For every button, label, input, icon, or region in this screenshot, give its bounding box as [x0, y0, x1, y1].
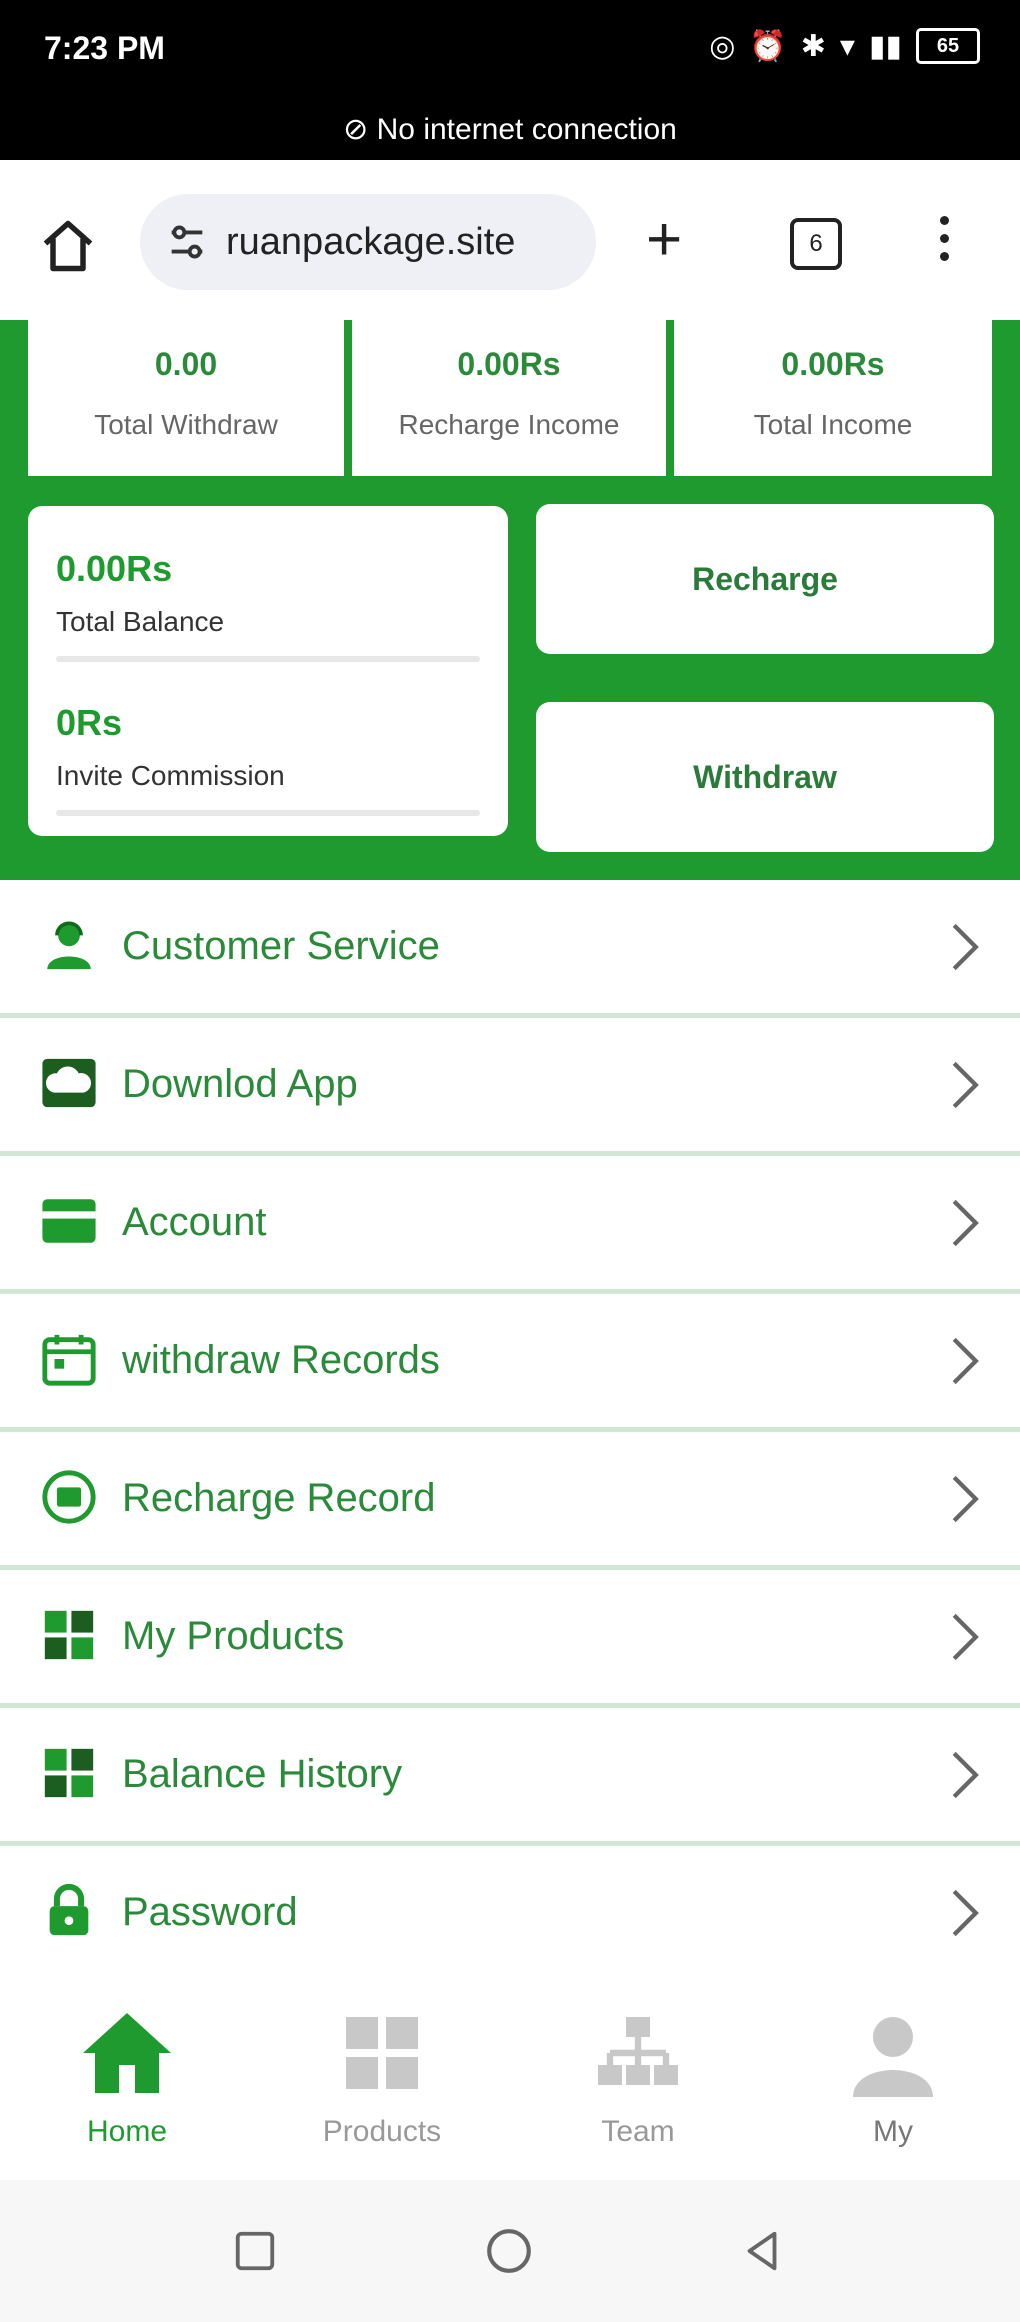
lock-icon [49, 1883, 89, 1936]
menu-item-account[interactable]: Account [0, 1156, 1020, 1294]
bottom-tab-bar: Home Products Team My [0, 1975, 1020, 2180]
recents-icon[interactable] [232, 2228, 278, 2274]
stat-total-withdraw: 0.00 Total Withdraw [28, 320, 344, 476]
total-balance-value: 0.00Rs [56, 548, 173, 589]
more-menu-icon[interactable] [940, 216, 950, 270]
stat-recharge-income: 0.00Rs Recharge Income [352, 320, 666, 476]
stat-total-income: 0.00Rs Total Income [674, 320, 992, 476]
url-text: ruanpackage.site [226, 220, 516, 263]
menu-item-download-app[interactable]: Downlod App [0, 1018, 1020, 1156]
cloud-download-icon [42, 1058, 96, 1108]
account-summary: 0.00 Total Withdraw 0.00Rs Recharge Inco… [0, 320, 1020, 880]
status-icons: ◎ ⏰ ✱ ▾ ▮▮ 65 [709, 28, 980, 64]
invite-commission-label: Invite Commission [56, 760, 285, 791]
wifi-icon: ▾ [839, 29, 855, 63]
status-bar: 7:23 PM ◎ ⏰ ✱ ▾ ▮▮ 65 ⊘ No internet conn… [0, 0, 1020, 160]
tab-team[interactable]: Team [553, 2005, 723, 2149]
hotspot-icon: ◎ [709, 29, 736, 63]
chevron-right-icon [952, 1751, 979, 1799]
site-settings-icon[interactable] [164, 219, 210, 265]
tab-home[interactable]: Home [42, 2005, 212, 2149]
divider [56, 810, 480, 816]
tab-switcher-button[interactable]: 6 [790, 218, 842, 270]
home-icon[interactable] [38, 216, 98, 276]
bluetooth-icon: ✱ [800, 29, 826, 63]
chevron-right-icon [952, 1475, 979, 1523]
chevron-right-icon [952, 1889, 979, 1937]
chevron-right-icon [952, 1337, 979, 1385]
account-menu: Customer Service Downlod App Account wit… [0, 880, 1020, 1984]
chevron-right-icon [952, 1613, 979, 1661]
chevron-right-icon [952, 1061, 979, 1109]
menu-item-customer-service[interactable]: Customer Service [0, 880, 1020, 1018]
no-internet-notice: ⊘ No internet connection [343, 113, 677, 146]
address-bar[interactable]: ruanpackage.site [140, 194, 596, 290]
total-balance-label: Total Balance [56, 606, 225, 637]
battery-icon: 65 [916, 28, 980, 64]
chevron-right-icon [952, 923, 979, 971]
grid-icon [44, 1748, 94, 1798]
offline-icon: ⊘ [343, 113, 369, 146]
user-icon [853, 2017, 933, 2097]
support-agent-icon [47, 921, 91, 970]
home-button-icon[interactable] [484, 2226, 534, 2276]
chevron-right-icon [952, 1199, 979, 1247]
card-icon [42, 1199, 96, 1243]
home-icon [83, 2013, 171, 2093]
grid-icon [44, 1610, 94, 1660]
menu-item-password[interactable]: Password [0, 1846, 1020, 1984]
menu-item-recharge-record[interactable]: Recharge Record [0, 1432, 1020, 1570]
browser-toolbar: ruanpackage.site + 6 [0, 160, 1020, 321]
menu-item-withdraw-records[interactable]: withdraw Records [0, 1294, 1020, 1432]
menu-item-my-products[interactable]: My Products [0, 1570, 1020, 1708]
products-icon [346, 2017, 418, 2089]
recharge-icon [42, 1470, 96, 1524]
divider [56, 656, 480, 662]
recharge-button[interactable]: Recharge [536, 504, 994, 654]
team-icon [598, 2017, 678, 2085]
invite-commission-value: 0Rs [56, 702, 123, 743]
menu-item-balance-history[interactable]: Balance History [0, 1708, 1020, 1846]
new-tab-icon[interactable]: + [646, 209, 682, 271]
balance-card: 0.00Rs Total Balance 0Rs Invite Commissi… [28, 506, 508, 836]
tab-my[interactable]: My [808, 2005, 978, 2149]
signal-icon: ▮▮ [868, 29, 902, 63]
calendar-icon [42, 1334, 96, 1386]
status-time: 7:23 PM [44, 30, 165, 66]
back-icon[interactable] [740, 2228, 786, 2274]
alarm-icon: ⏰ [749, 29, 787, 63]
system-navigation-bar [0, 2180, 1020, 2322]
withdraw-button[interactable]: Withdraw [536, 702, 994, 852]
tab-products[interactable]: Products [297, 2005, 467, 2149]
